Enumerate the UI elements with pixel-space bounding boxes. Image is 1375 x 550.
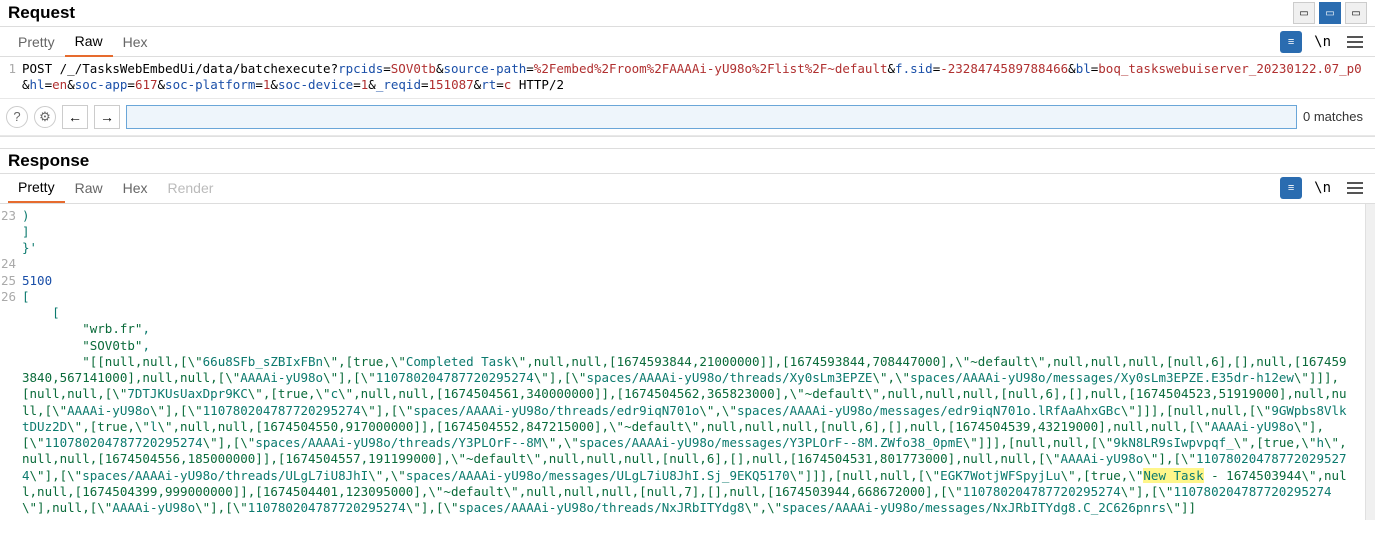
layout-btn-2[interactable]: ▭ (1319, 2, 1341, 24)
request-header: Request ▭ ▭ ▭ (0, 0, 1375, 27)
request-tab-hex[interactable]: Hex (113, 28, 158, 56)
help-icon[interactable]: ? (6, 106, 28, 128)
request-newline-toggle[interactable]: \n (1310, 34, 1335, 50)
response-tab-raw[interactable]: Raw (65, 174, 113, 202)
request-header-controls: ▭ ▭ ▭ (1293, 2, 1367, 24)
panel-divider[interactable] (0, 136, 1375, 148)
response-header: Response (0, 148, 1375, 174)
response-tabs: Pretty Raw Hex Render ≡ \n (0, 174, 1375, 204)
request-search-bar: ? ⚙ ← → 0 matches (0, 98, 1375, 136)
response-body[interactable]: 23) ] }' 24 255100 26[ [ "wrb.fr", "SOV0… (0, 204, 1365, 521)
request-tab-raw[interactable]: Raw (65, 27, 113, 57)
search-prev-button[interactable]: ← (62, 105, 88, 129)
response-scrollbar[interactable] (1365, 204, 1375, 521)
request-menu-icon[interactable] (1343, 32, 1367, 52)
request-tab-pretty[interactable]: Pretty (8, 28, 65, 56)
response-newline-toggle[interactable]: \n (1310, 180, 1335, 196)
request-line-content[interactable]: POST /_/TasksWebEmbedUi/data/batchexecut… (22, 61, 1375, 94)
request-line-gutter: 1 (0, 61, 22, 94)
layout-btn-1[interactable]: ▭ (1293, 2, 1315, 24)
search-input[interactable] (126, 105, 1297, 129)
request-title: Request (8, 3, 75, 23)
search-next-button[interactable]: → (94, 105, 120, 129)
request-tabs: Pretty Raw Hex ≡ \n (0, 27, 1375, 57)
response-tab-pretty[interactable]: Pretty (8, 173, 65, 203)
response-actions-button[interactable]: ≡ (1280, 177, 1302, 199)
search-matches: 0 matches (1303, 109, 1369, 124)
response-title: Response (8, 151, 89, 171)
gear-icon[interactable]: ⚙ (34, 106, 56, 128)
response-tab-render[interactable]: Render (158, 174, 224, 202)
response-menu-icon[interactable] (1343, 178, 1367, 198)
request-body: 1 POST /_/TasksWebEmbedUi/data/batchexec… (0, 57, 1375, 98)
layout-btn-3[interactable]: ▭ (1345, 2, 1367, 24)
response-tab-hex[interactable]: Hex (113, 174, 158, 202)
request-actions-button[interactable]: ≡ (1280, 31, 1302, 53)
